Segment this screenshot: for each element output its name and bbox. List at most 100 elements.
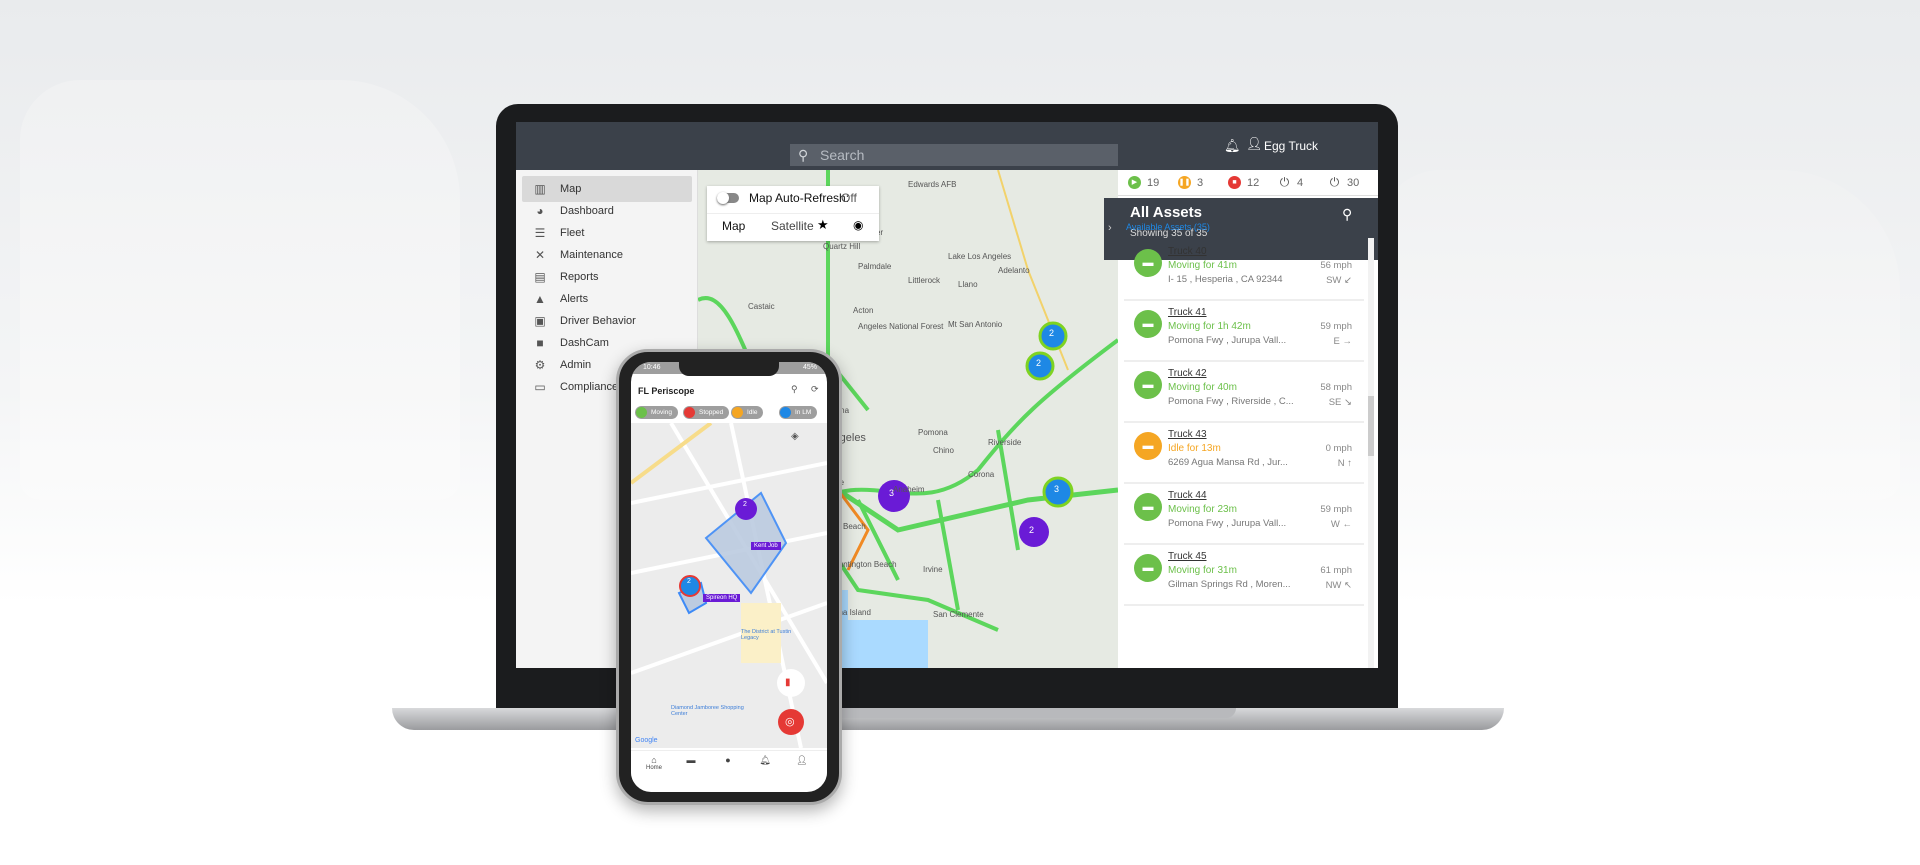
asset-name[interactable]: Truck 44 (1168, 490, 1207, 501)
sidebar-item-label: Dashboard (560, 205, 614, 217)
nav-pin[interactable]: ● (713, 755, 743, 765)
status-count[interactable]: ⏻ 30 (1328, 176, 1360, 189)
chip-label: Stopped (699, 409, 724, 416)
asset-direction: W ← (1330, 519, 1352, 530)
map-place-label: Llano (958, 280, 978, 289)
nav-truck[interactable]: ▬ (676, 755, 706, 765)
refresh-icon[interactable]: ⟳ (811, 384, 819, 395)
bell-icon[interactable]: 🔔︎ (1224, 138, 1241, 154)
asset-speed: 56 mph (1320, 260, 1352, 271)
truck-icon: ▬ (1134, 554, 1162, 582)
nav-user[interactable]: 👤︎ (787, 755, 817, 766)
geofence-label[interactable]: Spireon HQ (703, 594, 741, 602)
status-count[interactable]: ■ 12 (1228, 176, 1259, 189)
map-place-label: Quartz Hill (823, 242, 861, 251)
cluster-count[interactable]: 2 (1049, 328, 1054, 338)
asset-speed: 58 mph (1320, 382, 1352, 393)
asset-name[interactable]: Truck 40 (1168, 246, 1207, 257)
sidebar-item-label: DashCam (560, 337, 609, 349)
asset-name[interactable]: Truck 43 (1168, 429, 1207, 440)
asset-name[interactable]: Truck 45 (1168, 551, 1207, 562)
phone: 10:46 45% FL Periscope ⚲ ⟳ Moving Stopped… (616, 349, 842, 805)
asset-list-item[interactable]: ▬ Truck 44 Moving for 23m Pomona Fwy , Juru… (1124, 484, 1364, 545)
chip-moving[interactable]: Moving (635, 406, 678, 419)
truck-icon: ▬ (1134, 432, 1162, 460)
chip-label: In LM (795, 409, 812, 416)
map-toggle-icon[interactable]: ▮ (785, 677, 791, 688)
sidebar-item-label: Alerts (560, 293, 589, 305)
truck-icon: ▬ (1134, 371, 1162, 399)
truck-icon: ▬ (686, 755, 696, 765)
map-place-label: Castaic (748, 302, 775, 311)
asset-list-item[interactable]: ▬ Truck 45 Moving for 31m Gilman Springs Rd… (1124, 545, 1364, 606)
cluster-count[interactable]: 2 (743, 501, 747, 508)
count-value: 19 (1147, 176, 1160, 189)
auto-refresh-toggle[interactable] (717, 192, 739, 204)
asset-list-item[interactable]: ▬ Truck 42 Moving for 40m Pomona Fwy , Rive… (1124, 362, 1364, 423)
asset-name[interactable]: Truck 42 (1168, 368, 1207, 379)
status-count[interactable]: ▶ 19 (1128, 176, 1159, 189)
available-assets-label[interactable]: Available Assets (35) (1126, 222, 1210, 232)
map-place-label: Edwards AFB (908, 180, 957, 189)
map-place-label: Mt San Antonio (948, 320, 1003, 329)
cluster-count[interactable]: 2 (1029, 525, 1034, 535)
asset-list-item[interactable]: ▬ Truck 41 Moving for 1h 42m Pomona Fwy , J… (1124, 301, 1364, 362)
geofence-label[interactable]: Kent Job (751, 542, 781, 550)
phone-map-shapes (631, 423, 827, 748)
search-icon: ⚲ (798, 147, 809, 163)
asset-speed: 59 mph (1320, 321, 1352, 332)
map-place-label: Riverside (988, 438, 1022, 447)
asset-address: Pomona Fwy , Jurupa Vall... (1168, 518, 1287, 529)
search-icon[interactable]: ⚲ (1342, 206, 1352, 223)
tab-satellite[interactable]: Satellite (771, 219, 814, 233)
search-input[interactable]: ⚲ Search (790, 144, 1120, 166)
asset-direction: NW ↖ (1325, 580, 1352, 591)
map-place-label: Corona (968, 470, 995, 479)
play-icon: ▶ (1128, 176, 1141, 189)
assets-title: All Assets (1130, 204, 1202, 221)
layers-icon[interactable]: ◈ (791, 431, 799, 442)
status-dot-icon (732, 407, 743, 418)
star-icon[interactable]: ★ (817, 217, 829, 233)
assets-panel: 🔔︎ 👤︎ Egg Truck ▶ 19 ❚❚ 3 ■ 12 ⏻ 4 ⏻ 30 › All Ass… (1104, 122, 1378, 668)
cluster-count[interactable]: 2 (1036, 358, 1041, 368)
pause-icon: ❚❚ (1178, 176, 1191, 189)
search-icon[interactable]: ⚲ (791, 384, 798, 395)
chip-stopped[interactable]: Stopped (683, 406, 730, 419)
asset-direction: N ↑ (1337, 458, 1352, 469)
asset-address: Pomona Fwy , Riverside , C... (1168, 396, 1294, 407)
panel-header-bar: 🔔︎ 👤︎ Egg Truck (1118, 122, 1378, 170)
asset-status: Moving for 1h 42m (1168, 321, 1251, 332)
status-dot-icon (780, 407, 791, 418)
locate-icon[interactable]: ◎ (785, 715, 795, 728)
tab-map[interactable]: Map (722, 219, 745, 233)
status-dot-icon (684, 407, 695, 418)
scrollbar[interactable] (1368, 238, 1374, 668)
status-count[interactable]: ⏻ 4 (1278, 176, 1303, 189)
chip-idle[interactable]: Idle (731, 406, 764, 419)
asset-list-item[interactable]: ▬ Truck 43 Idle for 13m 6269 Agua Mansa Rd … (1124, 423, 1364, 484)
background-van (20, 80, 460, 500)
nav-bell[interactable]: 🔔︎ (750, 755, 780, 766)
cluster-count[interactable]: 2 (687, 578, 691, 585)
user-name[interactable]: Egg Truck (1264, 139, 1318, 153)
collapse-chevron-icon[interactable]: › (1108, 222, 1112, 234)
asset-speed: 61 mph (1320, 565, 1352, 576)
map-place-label: Littlerock (908, 276, 941, 285)
home-icon: ⌂ (651, 755, 657, 765)
truck-icon: ▬ (1134, 493, 1162, 521)
phone-map[interactable]: 2 2 Kent Job Spireon HQ The District at … (631, 423, 827, 748)
map-place-label: San Clemente (933, 610, 984, 619)
asset-name[interactable]: Truck 41 (1168, 307, 1207, 318)
nav-home[interactable]: ⌂ Home (639, 755, 669, 771)
phone-battery: 45% (802, 364, 817, 371)
count-value: 4 (1297, 176, 1304, 189)
cluster-count[interactable]: 3 (1054, 484, 1059, 494)
chip-in-lm[interactable]: In LM (779, 406, 818, 419)
asset-direction: E → (1333, 336, 1352, 347)
truck-icon: ▬ (1134, 310, 1162, 338)
user-icon[interactable]: 👤︎ (1246, 136, 1263, 152)
status-count[interactable]: ❚❚ 3 (1178, 176, 1203, 189)
asset-list-item[interactable]: ▬ Truck 40 Moving for 41m I- 15 , Hesperia … (1124, 240, 1364, 301)
eye-icon[interactable]: ◉ (853, 218, 863, 232)
